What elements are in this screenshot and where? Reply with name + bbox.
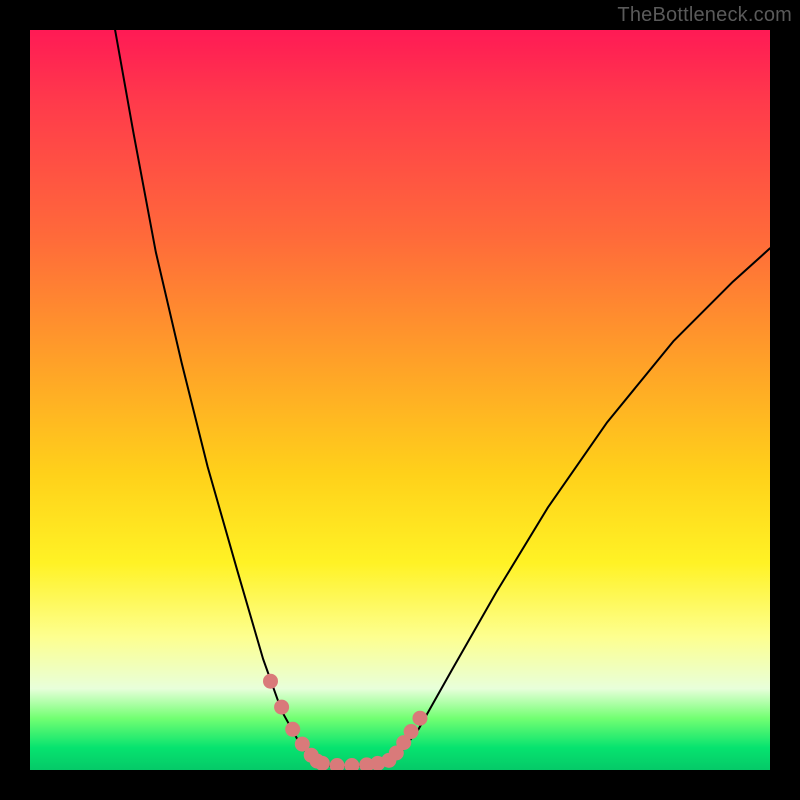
marker-dot <box>344 758 359 770</box>
bottleneck-curve <box>115 30 770 766</box>
curve-layer <box>30 30 770 770</box>
marker-dot <box>412 711 427 726</box>
chart-frame: TheBottleneck.com <box>0 0 800 800</box>
plot-area <box>30 30 770 770</box>
marker-dot <box>285 722 300 737</box>
marker-dot <box>330 758 345 770</box>
marker-dot <box>274 700 289 715</box>
marker-dot <box>263 674 278 689</box>
series-group <box>115 30 770 766</box>
watermark-text: TheBottleneck.com <box>617 4 792 27</box>
marker-dot <box>404 724 419 739</box>
